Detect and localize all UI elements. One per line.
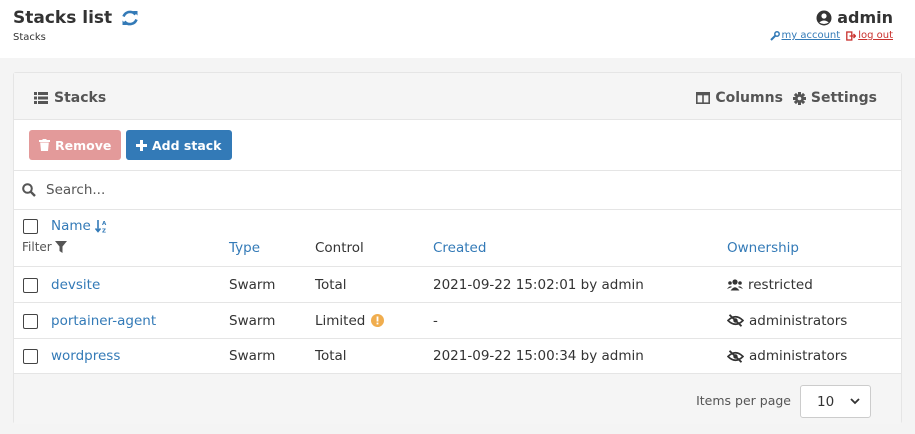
row-checkbox[interactable] [23, 313, 38, 329]
stack-name-link[interactable]: portainer-agent [51, 313, 156, 329]
eye-slash-icon [727, 349, 744, 363]
list-icon [34, 92, 48, 104]
stack-created: 2021-09-22 15:02:01 by admin [433, 277, 644, 293]
filter-icon [54, 241, 67, 253]
control-label: Total [315, 277, 347, 293]
stack-control: Limited [315, 312, 385, 329]
created-column-header[interactable]: Created [433, 240, 486, 256]
add-stack-button[interactable]: Add stack [126, 130, 232, 160]
stack-created: 2021-09-22 15:00:34 by admin [433, 348, 644, 364]
ownership-column-header[interactable]: Ownership [727, 240, 799, 256]
stack-type: Swarm [229, 348, 276, 364]
control-label: Limited [315, 312, 366, 329]
items-per-page-select[interactable]: 10 [800, 385, 871, 418]
svg-text:A: A [102, 221, 107, 227]
sign-out-icon [846, 30, 857, 41]
page-header: Stacks list Stacks admin my account log … [0, 0, 915, 58]
log-out-link[interactable]: log out [846, 30, 893, 41]
panel-header: Stacks Columns Settings [14, 73, 901, 120]
user-block: admin my account log out [769, 8, 893, 41]
stack-ownership: restricted [727, 277, 813, 293]
control-label: Total [315, 348, 347, 364]
stack-ownership: administrators [727, 348, 847, 364]
panel-actions: Columns Settings [696, 90, 877, 106]
stack-ownership: administrators [727, 313, 847, 329]
row-checkbox[interactable] [23, 349, 38, 364]
stacks-panel: Stacks Columns Settings Remove Add stack [13, 72, 902, 424]
my-account-link[interactable]: my account [769, 30, 840, 41]
table-footer: Items per page 10 [14, 374, 901, 424]
info-circle-icon[interactable] [371, 314, 385, 327]
ownership-label: administrators [749, 312, 848, 329]
settings-button[interactable]: Settings [792, 90, 877, 106]
panel-title: Stacks [34, 90, 106, 106]
remove-button[interactable]: Remove [29, 130, 122, 160]
stack-type: Swarm [229, 312, 276, 329]
sort-alpha-down-icon: AZ [94, 219, 107, 233]
stack-control: Total [315, 277, 347, 293]
stack-name-link[interactable]: devsite [51, 277, 100, 293]
table-row: wordpress Swarm Total 2021-09-22 15:00:34 b… [14, 339, 901, 374]
select-all-checkbox[interactable] [23, 219, 38, 234]
user-links: my account log out [769, 30, 893, 41]
columns-button[interactable]: Columns [696, 90, 783, 106]
table-row: portainer-agent Swarm Limited - administrato… [14, 304, 901, 339]
eye-slash-icon [727, 314, 744, 327]
page-title: Stacks list [13, 8, 140, 28]
columns-icon [696, 92, 711, 104]
search-input[interactable] [46, 182, 446, 198]
user-name: admin [770, 8, 893, 27]
name-column-header[interactable]: Name AZ [51, 218, 108, 234]
row-checkbox[interactable] [23, 278, 38, 293]
search-bar [14, 170, 901, 210]
stack-created: - [433, 312, 438, 329]
svg-text:Z: Z [102, 228, 106, 233]
stack-name-link[interactable]: wordpress [51, 348, 120, 364]
chevron-down-icon [850, 398, 860, 405]
gear-icon [792, 91, 806, 105]
items-per-page-label: Items per page [696, 393, 791, 408]
table-row: devsite Swarm Total 2021-09-22 15:02:01 by … [14, 268, 901, 303]
search-icon [22, 183, 36, 197]
users-icon [727, 279, 743, 291]
table-header: Name AZ Filter Type Control Created Owne… [14, 210, 901, 267]
ownership-label: restricted [748, 277, 813, 293]
wrench-icon [769, 30, 780, 41]
ownership-label: administrators [749, 348, 848, 364]
user-circle-icon [816, 10, 832, 25]
control-column-header: Control [315, 240, 364, 256]
name-filter[interactable]: Filter [22, 240, 67, 254]
trash-icon [39, 139, 50, 151]
type-column-header[interactable]: Type [229, 240, 260, 256]
breadcrumb: Stacks [13, 32, 46, 43]
stack-type: Swarm [229, 277, 276, 293]
stack-control: Total [315, 348, 347, 364]
plus-icon [136, 139, 147, 151]
refresh-icon[interactable] [120, 8, 140, 28]
